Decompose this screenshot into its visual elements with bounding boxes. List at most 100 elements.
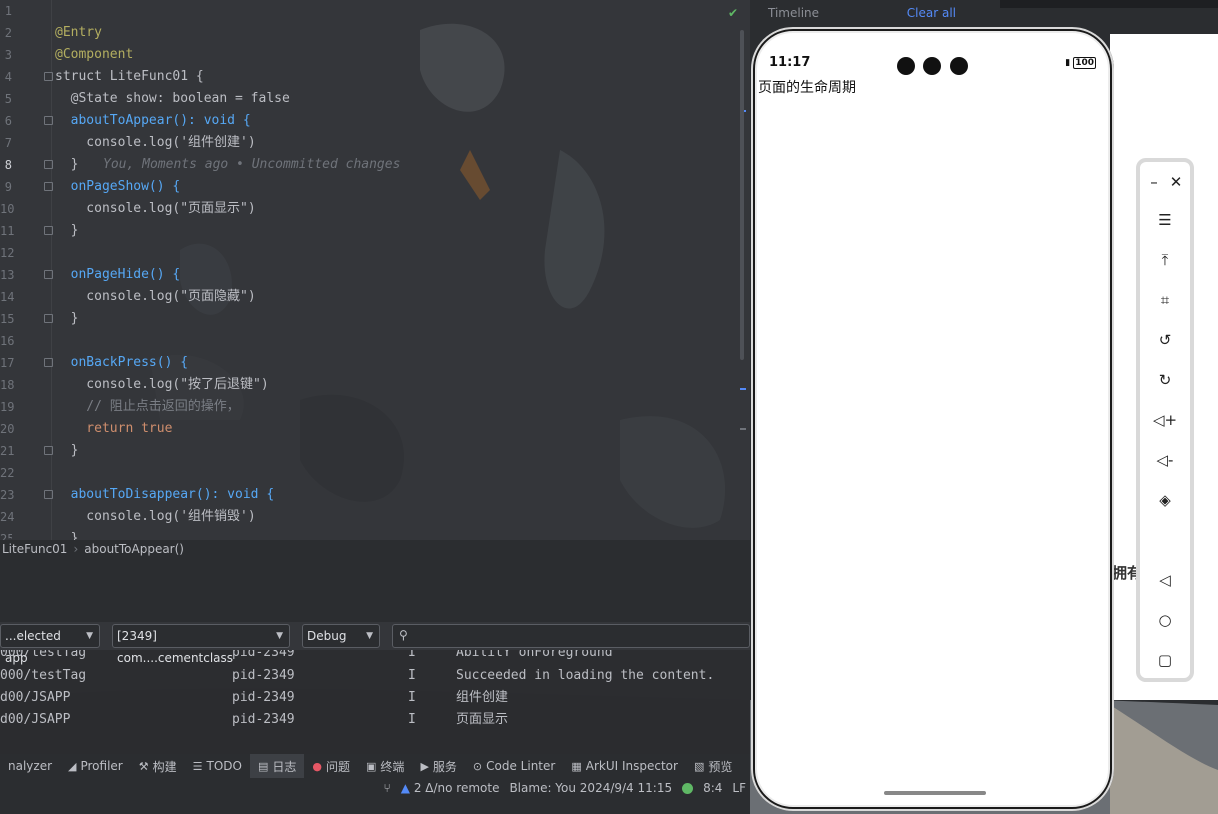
code-line[interactable]: console.log("页面隐藏") — [55, 286, 255, 308]
app-select[interactable]: ...elected app ▼ — [0, 624, 100, 665]
code-comment[interactable]: // 阻止点击返回的操作， — [55, 396, 240, 418]
close-icon[interactable]: ✕ — [1166, 172, 1186, 192]
breadcrumb: LiteFunc01 › aboutToAppear() — [0, 540, 750, 558]
fold-marker-icon[interactable] — [44, 270, 53, 279]
vcs-widget-icon[interactable]: ⑂ — [384, 781, 391, 795]
shake-icon[interactable]: ◈ — [1155, 490, 1175, 510]
line-number: 3 — [4, 48, 12, 62]
chevron-right-icon: › — [73, 542, 79, 556]
code-line[interactable]: } — [55, 308, 79, 330]
terminal-icon: ▣ — [366, 759, 377, 773]
log-level-select[interactable]: Debug ▼ — [302, 624, 380, 648]
tab-preview[interactable]: ▧ 预览 — [686, 754, 740, 778]
log-tag: 000/testTag — [0, 650, 87, 660]
fold-marker-icon[interactable] — [44, 446, 53, 455]
tab-profiler[interactable]: ◢ Profiler — [60, 754, 131, 778]
code-line[interactable]: @Component — [55, 44, 133, 66]
code-editor[interactable]: ✔ 1 2 3 4 5 6 7 8 9 10 11 12 13 14 15 16… — [0, 0, 750, 540]
tab-build[interactable]: ⚒ 构建 — [131, 754, 185, 778]
code-line[interactable]: onBackPress() { — [55, 352, 188, 374]
blame-status[interactable]: Blame: You 2024/9/4 11:15 — [509, 781, 672, 795]
rotate-right-icon[interactable]: ↻ — [1155, 370, 1175, 390]
code-line[interactable]: @State show: boolean = false — [55, 88, 290, 110]
code-line[interactable]: aboutToDisappear(): void { — [55, 484, 275, 506]
minimize-icon[interactable]: – — [1144, 172, 1164, 192]
log-level-value: Debug — [307, 629, 347, 643]
tab-terminal[interactable]: ▣ 终端 — [358, 754, 412, 778]
line-number: 1 — [4, 4, 12, 18]
clear-all-link[interactable]: Clear all — [907, 6, 956, 20]
tab-analyzer[interactable]: nalyzer — [0, 754, 60, 778]
camera-icon — [950, 57, 968, 75]
code-line[interactable]: console.log('组件创建') — [55, 132, 255, 154]
line-number: 20 — [0, 422, 15, 436]
fold-marker-icon[interactable] — [44, 182, 53, 191]
caret-position[interactable]: 8:4 — [703, 781, 722, 795]
code-line[interactable]: console.log("页面显示") — [55, 198, 255, 220]
line-number: 17 — [0, 356, 15, 370]
device-screen[interactable]: 11:17 ▮ 100 页面的生命周期 — [755, 31, 1110, 807]
fold-marker-icon[interactable] — [44, 72, 53, 81]
warning-triangle-icon: ▲ — [400, 781, 410, 795]
server-status-dot[interactable] — [682, 782, 694, 794]
pin-top-icon[interactable]: ⤒ — [1155, 250, 1175, 270]
editor-scrollbar[interactable] — [740, 30, 744, 360]
inspection-ok-icon[interactable]: ✔ — [728, 6, 738, 20]
breadcrumb-item[interactable]: aboutToAppear() — [84, 542, 184, 556]
timeline-title: Timeline — [768, 6, 820, 20]
tab-arkui-inspector[interactable]: ▦ ArkUI Inspector — [563, 754, 686, 778]
crop-icon[interactable]: ⌗ — [1155, 290, 1175, 310]
code-line[interactable]: aboutToAppear(): void { — [55, 110, 251, 132]
home-icon[interactable]: ○ — [1155, 610, 1175, 630]
tab-problems[interactable]: ● 问题 — [304, 754, 358, 778]
window-strip — [1000, 0, 1218, 8]
rotate-left-icon[interactable]: ↺ — [1155, 330, 1175, 350]
vcs-status-text: 2 Δ/no remote — [413, 781, 500, 795]
line-ending[interactable]: LF — [732, 781, 746, 795]
line-number: 4 — [4, 70, 12, 84]
code-line[interactable]: struct LiteFunc01 { — [55, 66, 204, 88]
tab-todo[interactable]: ☰ TODO — [185, 754, 250, 778]
fold-marker-icon[interactable] — [44, 314, 53, 323]
fold-marker-icon[interactable] — [44, 160, 53, 169]
fold-marker-icon[interactable] — [44, 490, 53, 499]
log-search-input[interactable]: ⚲ — [392, 624, 750, 648]
list-icon: ☰ — [192, 759, 203, 773]
log-message: 页面显示 — [456, 712, 509, 727]
volume-down-icon[interactable]: ◁- — [1155, 450, 1175, 470]
code-line[interactable]: @Entry — [55, 22, 102, 44]
back-icon[interactable]: ◁ — [1155, 570, 1175, 590]
code-line[interactable]: } — [55, 440, 79, 462]
tab-log[interactable]: ▤ 日志 — [249, 754, 305, 778]
line-number: 2 — [4, 26, 12, 40]
tab-services[interactable]: ▶ 服务 — [412, 754, 464, 778]
log-output[interactable]: 000/testTag pid-2349 I AbilitY onForegro… — [0, 650, 750, 750]
menu-icon[interactable]: ☰ — [1155, 210, 1175, 230]
code-line[interactable]: } — [55, 528, 79, 540]
code-line[interactable]: onPageHide() { — [55, 264, 181, 286]
code-line[interactable]: } — [55, 220, 79, 242]
tab-label: 预览 — [708, 759, 733, 774]
code-line[interactable]: console.log("按了后退键") — [55, 374, 268, 396]
recent-apps-icon[interactable]: ▢ — [1155, 650, 1175, 670]
tab-code-linter[interactable]: ⊙ Code Linter — [465, 754, 563, 778]
fold-marker-icon[interactable] — [44, 116, 53, 125]
log-pid: pid-2349 — [232, 712, 295, 727]
status-time: 11:17 — [769, 55, 811, 70]
code-line[interactable]: return true — [55, 418, 172, 440]
line-number: 10 — [0, 202, 15, 216]
tab-label: 问题 — [326, 759, 351, 774]
process-select[interactable]: [2349] com....cementclass ▼ — [112, 624, 290, 665]
fold-marker-icon[interactable] — [44, 358, 53, 367]
code-line[interactable]: } — [55, 154, 79, 176]
fold-marker-icon[interactable] — [44, 226, 53, 235]
volume-up-icon[interactable]: ◁+ — [1153, 410, 1177, 430]
line-number: 13 — [0, 268, 15, 282]
code-line[interactable]: onPageShow() { — [55, 176, 181, 198]
camera-icon — [897, 57, 915, 75]
breadcrumb-item[interactable]: LiteFunc01 — [2, 542, 67, 556]
code-line[interactable]: console.log('组件销毁') — [55, 506, 255, 528]
home-indicator[interactable] — [884, 791, 986, 795]
camera-icon — [923, 57, 941, 75]
vcs-status[interactable]: ▲ 2 Δ/no remote — [401, 781, 500, 795]
